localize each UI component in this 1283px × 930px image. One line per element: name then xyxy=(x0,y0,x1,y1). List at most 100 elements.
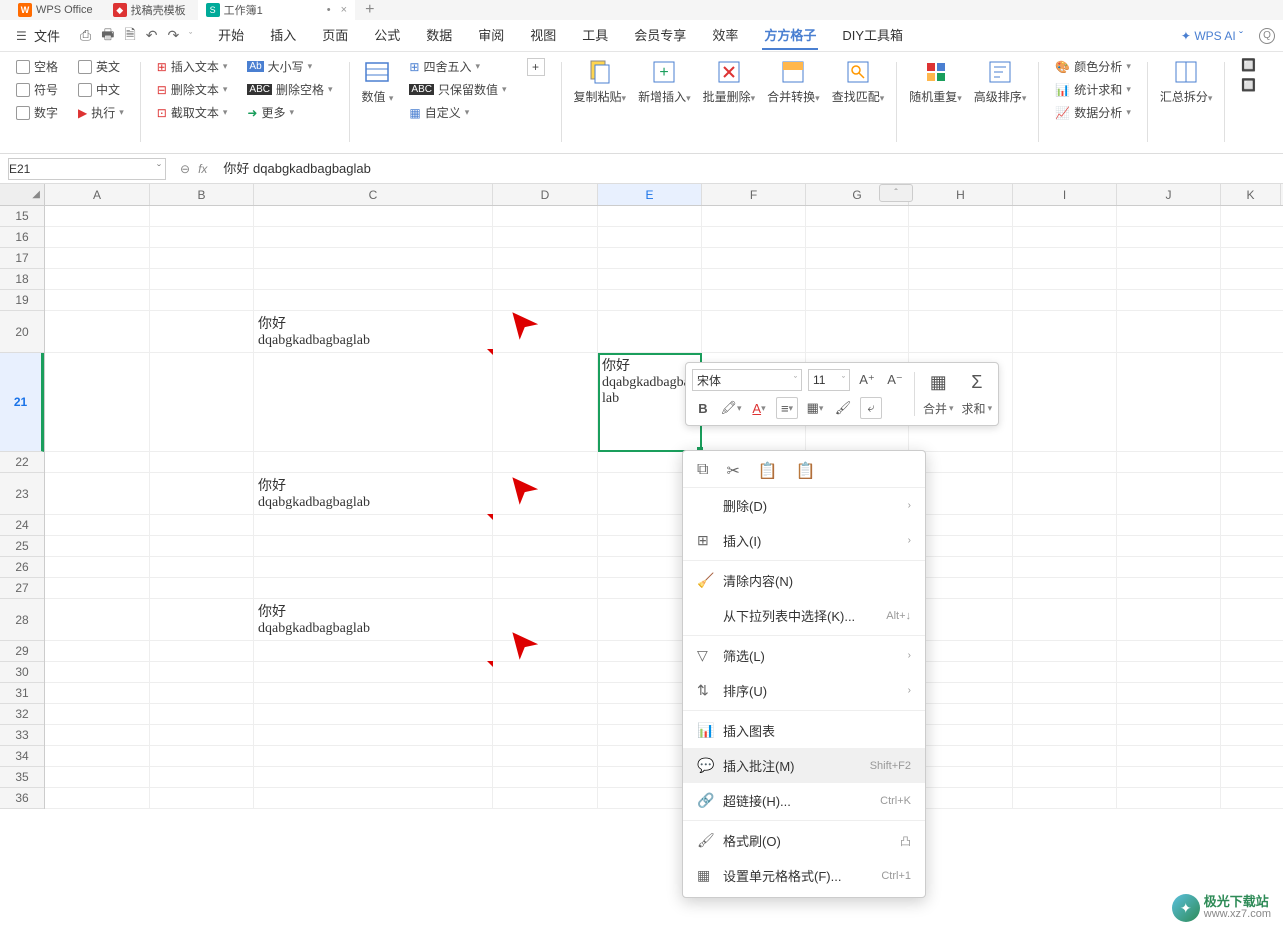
zoom-out-icon[interactable]: ⊖ xyxy=(180,162,190,176)
mini-bold-icon[interactable]: B xyxy=(692,397,714,419)
cm-insert[interactable]: ⊞插入(I)› xyxy=(683,523,925,558)
btn-case[interactable]: Ab大小写▾ xyxy=(247,58,332,75)
row-head-23[interactable]: 23 xyxy=(0,473,44,515)
col-head-E[interactable]: E xyxy=(598,184,702,205)
btn-extract-text[interactable]: ⊡截取文本▾ xyxy=(157,104,228,121)
mini-highlight-icon[interactable]: 🖍▾ xyxy=(720,397,742,419)
cm-dropdown-select[interactable]: 从下拉列表中选择(K)...Alt+↓ xyxy=(683,598,925,633)
btn-plus[interactable]: + xyxy=(527,58,545,76)
row-head-30[interactable]: 30 xyxy=(0,662,44,683)
cm-delete[interactable]: 删除(D)› xyxy=(683,488,925,523)
cm-hyperlink[interactable]: 🔗超链接(H)...Ctrl+K xyxy=(683,783,925,818)
btn-unknown-1[interactable]: 🔲 xyxy=(1241,58,1256,72)
help-icon[interactable]: Q xyxy=(1259,28,1275,44)
tab-diy[interactable]: DIY工具箱 xyxy=(840,21,905,50)
tab-formula[interactable]: 公式 xyxy=(372,21,402,50)
file-menu[interactable]: 文件 xyxy=(8,22,68,49)
cell-C28[interactable]: 你好 dqabgkadbagbaglab xyxy=(254,599,493,640)
col-head-A[interactable]: A xyxy=(45,184,150,205)
cm-sort[interactable]: ⇅排序(U)› xyxy=(683,673,925,708)
undo-icon[interactable]: ↶ xyxy=(146,27,158,44)
btn-adv-sort[interactable]: 高级排序▾ xyxy=(972,58,1029,105)
btn-unknown-2[interactable]: 🔲 xyxy=(1241,78,1256,92)
mini-merge-icon[interactable]: ▦ xyxy=(927,372,949,394)
btn-batch-delete[interactable]: 批量删除▾ xyxy=(701,58,758,105)
col-head-F[interactable]: F xyxy=(702,184,806,205)
cell-C23[interactable]: 你好 dqabgkadbagbaglab xyxy=(254,473,493,514)
tab-review[interactable]: 审阅 xyxy=(476,21,506,50)
preview-icon[interactable]: 🗎 xyxy=(124,24,135,48)
row-head-18[interactable]: 18 xyxy=(0,269,44,290)
cm-insert-chart[interactable]: 📊插入图表 xyxy=(683,713,925,748)
tab-view[interactable]: 视图 xyxy=(528,21,558,50)
tab-ffgz[interactable]: 方方格子 xyxy=(762,21,818,50)
btn-insert-text[interactable]: ⊞插入文本▾ xyxy=(157,58,228,75)
cm-clear[interactable]: 🧹清除内容(N) xyxy=(683,563,925,598)
row-head-33[interactable]: 33 xyxy=(0,725,44,746)
col-head-B[interactable]: B xyxy=(150,184,254,205)
cb-execute[interactable]: ▶执行▾ xyxy=(78,104,124,121)
mini-format-painter-icon[interactable]: 🖌 xyxy=(832,397,854,419)
cell-C20[interactable]: 你好 dqabgkadbagbaglab xyxy=(254,311,493,352)
name-box[interactable]: E21ˇ xyxy=(8,158,166,180)
save-icon[interactable]: ⎙ xyxy=(80,27,91,44)
btn-color-analysis[interactable]: 🎨颜色分析▾ xyxy=(1055,58,1131,75)
row-head-15[interactable]: 15 xyxy=(0,206,44,227)
col-head-K[interactable]: K xyxy=(1221,184,1281,205)
cb-english[interactable]: 英文 xyxy=(78,58,124,75)
cm-cut-icon[interactable]: ✂ xyxy=(726,461,739,481)
tab-data[interactable]: 数据 xyxy=(424,21,454,50)
row-head-25[interactable]: 25 xyxy=(0,536,44,557)
qat-dropdown-icon[interactable]: ˇ xyxy=(189,31,192,41)
tab-member[interactable]: 会员专享 xyxy=(632,21,688,50)
row-head-31[interactable]: 31 xyxy=(0,683,44,704)
row-head-19[interactable]: 19 xyxy=(0,290,44,311)
btn-numeric[interactable]: 数值 ▾ xyxy=(360,58,396,105)
mini-align-icon[interactable]: ≡▾ xyxy=(776,397,798,419)
btn-find-match[interactable]: 查找匹配▾ xyxy=(830,58,887,105)
cm-filter[interactable]: ▽筛选(L)› xyxy=(683,638,925,673)
cm-insert-comment[interactable]: 💬插入批注(M)Shift+F2 xyxy=(683,748,925,783)
print-icon[interactable]: 🖶 xyxy=(101,24,114,48)
mini-font-shrink-icon[interactable]: A⁻ xyxy=(884,369,906,391)
row-head-27[interactable]: 27 xyxy=(0,578,44,599)
mini-wrap-icon[interactable]: ⤶ xyxy=(860,397,882,419)
btn-custom[interactable]: ▦自定义▾ xyxy=(409,104,506,121)
mini-font-grow-icon[interactable]: A⁺ xyxy=(856,369,878,391)
row-head-22[interactable]: 22 xyxy=(0,452,44,473)
row-head-29[interactable]: 29 xyxy=(0,641,44,662)
cm-copy-icon[interactable]: ⧉ xyxy=(697,461,708,481)
mini-border-icon[interactable]: ▦▾ xyxy=(804,397,826,419)
tab-page[interactable]: 页面 xyxy=(320,21,350,50)
btn-stat-sum[interactable]: 📊统计求和▾ xyxy=(1055,81,1131,98)
btn-keep-num[interactable]: ABC只保留数值▾ xyxy=(409,81,506,98)
fx-icon[interactable]: fx xyxy=(198,162,207,176)
btn-more[interactable]: ➜更多▾ xyxy=(247,104,332,121)
btn-round[interactable]: ⊞四舍五入▾ xyxy=(409,58,506,75)
col-head-I[interactable]: I xyxy=(1013,184,1117,205)
tab-start[interactable]: 开始 xyxy=(216,21,246,50)
row-head-36[interactable]: 36 xyxy=(0,788,44,809)
app-tab-template[interactable]: ◆找稿壳模板 xyxy=(105,0,194,20)
cb-number[interactable]: 数字 xyxy=(16,104,58,121)
row-head-26[interactable]: 26 xyxy=(0,557,44,578)
mini-font-color-icon[interactable]: A▾ xyxy=(748,397,770,419)
col-scroll-chip[interactable]: ˆ xyxy=(879,184,913,202)
formula-content[interactable]: 你好 dqabgkadbagbaglab xyxy=(223,162,370,176)
row-head-28[interactable]: 28 xyxy=(0,599,44,641)
row-head-35[interactable]: 35 xyxy=(0,767,44,788)
row-head-20[interactable]: 20 xyxy=(0,311,44,353)
mini-merge-button[interactable]: 合并▾ xyxy=(923,400,954,417)
row-head-34[interactable]: 34 xyxy=(0,746,44,767)
mini-sum-button[interactable]: 求和▾ xyxy=(962,400,993,417)
btn-delete-text[interactable]: ⊟删除文本▾ xyxy=(157,81,228,98)
cb-chinese[interactable]: 中文 xyxy=(78,81,124,98)
col-head-H[interactable]: H xyxy=(909,184,1013,205)
col-head-D[interactable]: D xyxy=(493,184,598,205)
btn-merge-convert[interactable]: 合并转换▾ xyxy=(765,58,822,105)
col-head-J[interactable]: J xyxy=(1117,184,1221,205)
mini-sum-icon[interactable]: Σ xyxy=(966,372,988,394)
namebox-dropdown-icon[interactable]: ˇ xyxy=(157,162,165,176)
redo-icon[interactable]: ↷ xyxy=(167,27,179,44)
cb-symbol[interactable]: 符号 xyxy=(16,81,58,98)
